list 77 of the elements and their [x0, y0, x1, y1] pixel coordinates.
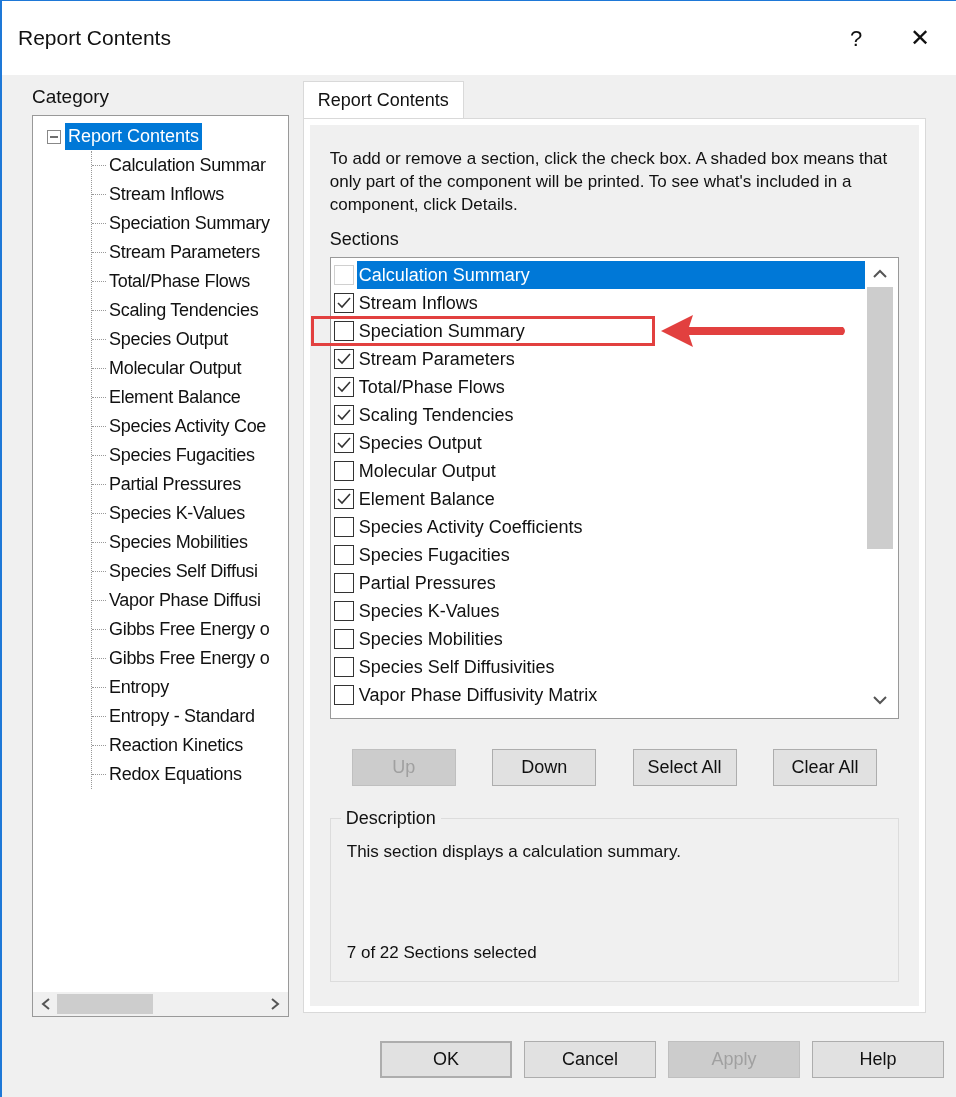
section-item[interactable]: Stream Parameters: [356, 345, 517, 373]
tree-item[interactable]: Stream Parameters: [109, 239, 260, 266]
checkbox[interactable]: [333, 629, 354, 649]
collapse-toggle[interactable]: [47, 129, 61, 144]
section-item[interactable]: Stream Inflows: [356, 289, 480, 317]
checkmark-icon: [336, 409, 351, 421]
tree-item[interactable]: Redox Equations: [109, 761, 242, 788]
checkbox[interactable]: [333, 461, 354, 481]
section-item[interactable]: Partial Pressures: [356, 569, 498, 597]
sections-label: Sections: [329, 228, 400, 251]
section-item[interactable]: Speciation Summary: [356, 317, 527, 345]
tree-item[interactable]: Species Activity Coe: [109, 413, 267, 440]
window-title: Report Contents: [18, 25, 172, 52]
section-item[interactable]: Species Self Diffusivities: [356, 653, 557, 681]
checkbox[interactable]: [333, 545, 354, 565]
section-item[interactable]: Molecular Output: [356, 457, 498, 485]
tree-item[interactable]: Gibbs Free Energy o: [109, 616, 270, 643]
checkmark-icon: [336, 437, 351, 449]
help-button[interactable]: ?: [836, 21, 876, 55]
description-text: This section displays a calculation summary.: [346, 841, 682, 863]
tab[interactable]: Report Contents: [302, 81, 464, 118]
checkbox[interactable]: [333, 293, 354, 313]
checkmark-icon: [336, 297, 351, 309]
checkbox[interactable]: [333, 517, 354, 537]
section-item[interactable]: Scaling Tendencies: [356, 401, 516, 429]
dialog-button[interactable]: Clear All: [772, 749, 877, 786]
tree-item[interactable]: Species Fugacities: [109, 442, 255, 469]
selection-count: 7 of 22 Sections selected: [346, 941, 538, 964]
section-item[interactable]: Total/Phase Flows: [356, 373, 507, 401]
tree-item[interactable]: Species K-Values: [109, 500, 245, 527]
tree-item[interactable]: Element Balance: [109, 384, 241, 411]
tree-item[interactable]: Entropy - Standard: [109, 703, 255, 730]
tree-item[interactable]: Stream Inflows: [109, 181, 224, 208]
section-item[interactable]: Vapor Phase Diffusivity Matrix: [356, 681, 600, 709]
section-item[interactable]: Calculation Summary: [356, 261, 865, 289]
tree-item[interactable]: Vapor Phase Diffusi: [109, 587, 261, 614]
checkbox[interactable]: [333, 489, 354, 509]
section-item[interactable]: Element Balance: [356, 485, 497, 513]
tree-item[interactable]: Species Output: [109, 326, 228, 353]
checkmark-icon: [336, 353, 351, 365]
category-label: Category: [32, 85, 111, 109]
tree-item[interactable]: Speciation Summary: [109, 210, 270, 237]
checkbox[interactable]: [333, 349, 354, 369]
checkbox[interactable]: [333, 405, 354, 425]
close-button[interactable]: ✕: [900, 20, 940, 56]
section-item[interactable]: Species K-Values: [356, 597, 502, 625]
dialog-button[interactable]: Select All: [632, 749, 737, 786]
tree-item[interactable]: Report Contents: [65, 123, 203, 150]
tree-item[interactable]: Calculation Summar: [109, 152, 266, 179]
tree-item[interactable]: Molecular Output: [109, 355, 242, 382]
dialog-button[interactable]: Cancel: [524, 1041, 656, 1078]
tree-item[interactable]: Species Mobilities: [109, 529, 248, 556]
checkbox[interactable]: [333, 377, 354, 397]
checkbox[interactable]: [333, 433, 354, 453]
tree-item[interactable]: Gibbs Free Energy o: [109, 645, 270, 672]
section-item[interactable]: Species Output: [356, 429, 484, 457]
tree-item[interactable]: Scaling Tendencies: [109, 297, 259, 324]
checkmark-icon: [336, 381, 351, 393]
tree-item[interactable]: Total/Phase Flows: [109, 268, 250, 295]
checkbox[interactable]: [333, 657, 354, 677]
tree-item[interactable]: Species Self Diffusi: [109, 558, 258, 585]
horizontal-scrollbar[interactable]: [33, 992, 288, 1016]
tree-item[interactable]: Entropy: [109, 674, 169, 701]
checkbox[interactable]: [333, 321, 354, 341]
dialog-button[interactable]: OK: [380, 1041, 512, 1078]
section-item[interactable]: Species Mobilities: [356, 625, 505, 653]
checkbox[interactable]: [333, 685, 354, 705]
dialog-button[interactable]: Down: [492, 749, 597, 786]
section-item[interactable]: Species Fugacities: [356, 541, 512, 569]
tree-item[interactable]: Reaction Kinetics: [109, 732, 243, 759]
section-item[interactable]: Species Activity Coefficients: [356, 513, 585, 541]
instructions-text: To add or remove a section, click the check box. A shaded box means that only part of the component will be printed. To see what's included in a component, click Details.: [329, 148, 889, 216]
checkbox[interactable]: [333, 573, 354, 593]
tree-item[interactable]: Partial Pressures: [109, 471, 241, 498]
dialog-button[interactable]: Help: [812, 1041, 944, 1078]
checkmark-icon: [336, 493, 351, 505]
checkbox[interactable]: [333, 601, 354, 621]
